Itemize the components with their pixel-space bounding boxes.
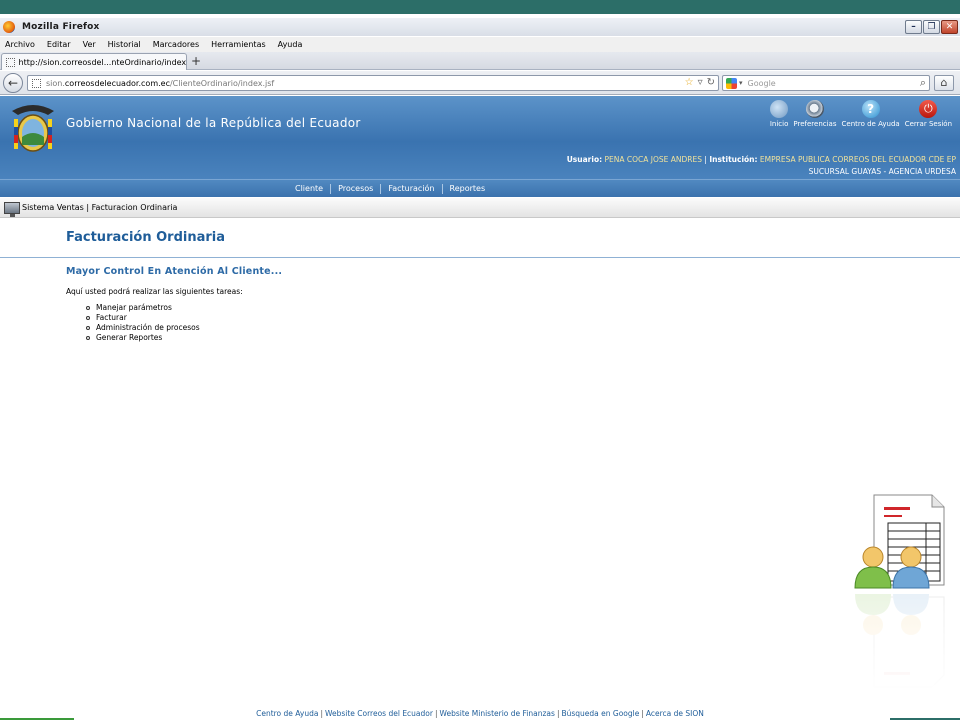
intro-text: Aquí usted podrá realizar las siguientes… — [66, 287, 243, 296]
footer: Centro de Ayuda | Website Correos del Ec… — [256, 708, 704, 718]
bullet-icon — [86, 306, 90, 310]
menu-archivo[interactable]: Archivo — [5, 40, 35, 49]
new-tab-plus-icon[interactable]: + — [189, 55, 203, 68]
coat-of-arms-icon — [12, 105, 54, 152]
dropdown-arrow-icon[interactable]: ▿ — [698, 77, 703, 88]
menu-editar[interactable]: Editar — [47, 40, 71, 49]
main-content: Facturación Ordinaria Mayor Control En A… — [0, 230, 960, 342]
site-header: Gobierno Nacional de la República del Ec… — [0, 96, 960, 179]
footer-link-google[interactable]: Búsqueda en Google — [561, 709, 639, 718]
institution-name: EMPRESA PUBLICA CORREOS DEL ECUADOR CDE … — [759, 155, 956, 164]
bullet-icon — [86, 336, 90, 340]
breadcrumb-text: Sistema Ventas | Facturacion Ordinaria — [22, 203, 178, 212]
inicio-button[interactable]: Inicio — [770, 100, 789, 128]
nav-procesos[interactable]: Procesos — [331, 184, 380, 193]
page-title: Facturación Ordinaria — [66, 230, 226, 245]
firefox-logo-icon — [3, 21, 15, 33]
window-controls: – ❐ ✕ — [905, 20, 958, 34]
title-bar: Mozilla Firefox – ❐ ✕ — [0, 18, 960, 36]
centro-de-ayuda-button[interactable]: ? Centro de Ayuda — [842, 100, 900, 128]
maximize-button[interactable]: ❐ — [923, 20, 940, 34]
magnifier-icon[interactable]: ⌕ — [920, 76, 926, 90]
url-text[interactable]: sion.correosdelecuador.com.ec/ClienteOrd… — [46, 79, 274, 88]
url-favicon-icon — [32, 78, 41, 88]
close-button[interactable]: ✕ — [941, 20, 958, 34]
menu-marcadores[interactable]: Marcadores — [153, 40, 199, 49]
gears-icon — [805, 100, 824, 118]
reload-icon[interactable]: ↻ — [707, 77, 715, 88]
government-title: Gobierno Nacional de la República del Ec… — [66, 116, 361, 130]
user-info: Usuario: PENA COCA JOSE ANDRES | Institu… — [566, 155, 956, 176]
desktop-top-band — [0, 0, 960, 14]
minimize-button[interactable]: – — [905, 20, 922, 34]
tab-active[interactable]: http://sion.correosdel...nteOrdinario/in… — [1, 53, 187, 70]
monitor-icon — [4, 201, 20, 217]
title-divider — [0, 257, 960, 258]
list-item: Generar Reportes — [86, 333, 200, 343]
browser-window: Mozilla Firefox – ❐ ✕ Archivo Editar Ver… — [0, 14, 960, 720]
tab-title: http://sion.correosdel...nteOrdinario/in… — [18, 57, 186, 67]
power-icon: ⏻ — [919, 100, 938, 118]
tab-bar: http://sion.correosdel...nteOrdinario/in… — [0, 52, 960, 70]
back-arrow-icon[interactable]: ← — [3, 73, 23, 93]
page-subtitle: Mayor Control En Atención Al Cliente... — [66, 266, 283, 277]
search-bar[interactable]: ▾ Google ⌕ — [722, 75, 930, 91]
preferencias-button[interactable]: Preferencias — [793, 100, 837, 128]
bullet-icon — [86, 316, 90, 320]
nav-facturacion[interactable]: Facturación — [381, 184, 441, 193]
home-network-icon — [770, 100, 789, 118]
bookmark-star-icon[interactable]: ☆ — [685, 77, 694, 88]
menu-ver[interactable]: Ver — [83, 40, 96, 49]
cerrar-sesion-button[interactable]: ⏻ Cerrar Sesión — [905, 100, 952, 128]
list-item: Manejar parámetros — [86, 303, 200, 313]
footer-link-finanzas[interactable]: Website Ministerio de Finanzas — [440, 709, 555, 718]
menu-ayuda[interactable]: Ayuda — [278, 40, 303, 49]
user-name: PENA COCA JOSE ANDRES — [604, 155, 703, 164]
nav-cliente[interactable]: Cliente — [288, 184, 330, 193]
footer-link-correos[interactable]: Website Correos del Ecuador — [325, 709, 433, 718]
footer-link-ayuda[interactable]: Centro de Ayuda — [256, 709, 318, 718]
breadcrumb: Sistema Ventas | Facturacion Ordinaria — [0, 198, 960, 218]
bullet-icon — [86, 326, 90, 330]
task-list: Manejar parámetros Facturar Administraci… — [86, 303, 200, 343]
home-icon[interactable]: ⌂ — [934, 75, 954, 91]
customer-invoice-illustration-icon — [852, 494, 948, 693]
google-logo-icon[interactable] — [726, 77, 737, 89]
url-bar[interactable]: sion.correosdelecuador.com.ec/ClienteOrd… — [27, 75, 719, 91]
page-favicon-icon — [6, 57, 15, 67]
help-icon: ? — [861, 100, 880, 118]
window-title: Mozilla Firefox — [22, 22, 100, 32]
search-engine-caret-icon[interactable]: ▾ — [739, 79, 743, 87]
search-input[interactable]: Google — [748, 79, 776, 88]
header-actions: Inicio Preferencias ? Centro de Ayuda ⏻ … — [770, 100, 952, 128]
navigation-bar: ← sion.correosdelecuador.com.ec/ClienteO… — [0, 71, 960, 95]
menu-bar: Archivo Editar Ver Historial Marcadores … — [0, 37, 960, 52]
branch-name: SUCURSAL GUAYAS - AGENCIA URDESA — [808, 167, 956, 176]
footer-link-acerca[interactable]: Acerca de SION — [646, 709, 704, 718]
nav-reportes[interactable]: Reportes — [443, 184, 493, 193]
list-item: Facturar — [86, 313, 200, 323]
site-navigation: Cliente Procesos Facturación Reportes — [0, 179, 960, 197]
url-actions: ☆ ▿ ↻ — [685, 77, 715, 88]
menu-herramientas[interactable]: Herramientas — [211, 40, 266, 49]
menu-historial[interactable]: Historial — [108, 40, 141, 49]
list-item: Administración de procesos — [86, 323, 200, 333]
